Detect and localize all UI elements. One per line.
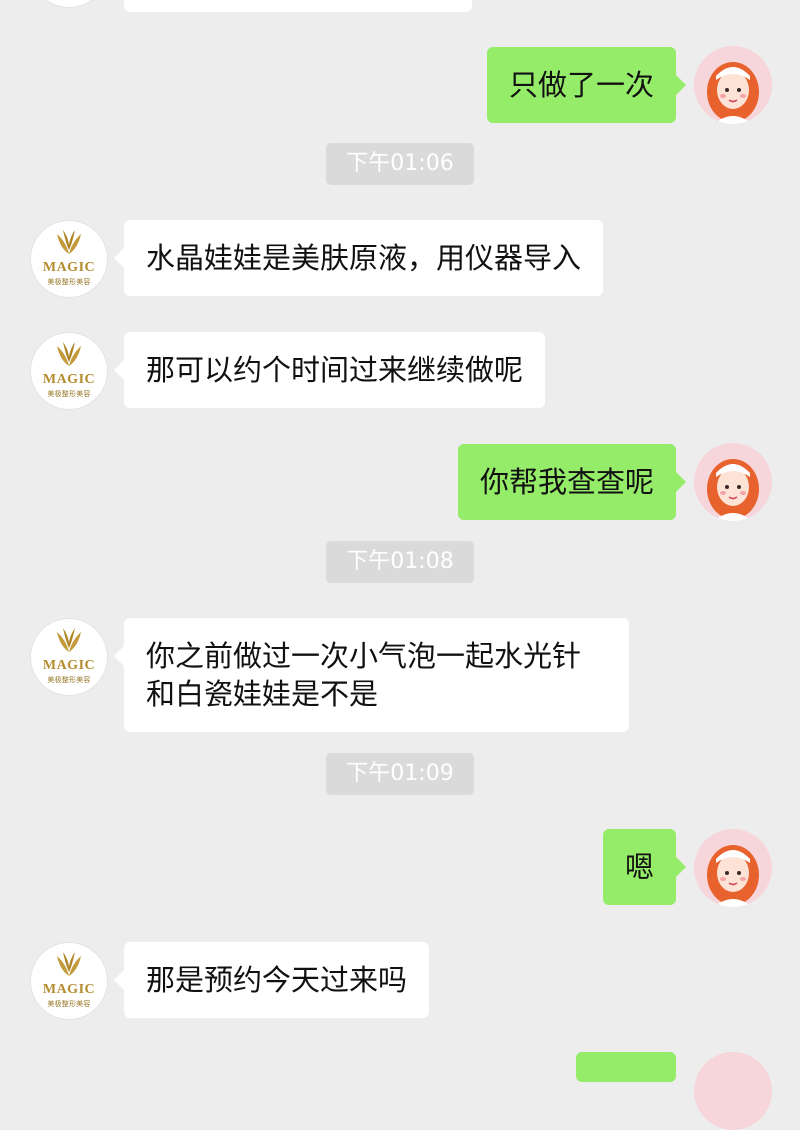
message-bubble-outgoing[interactable]: 嗯 bbox=[602, 829, 676, 905]
clinic-avatar-partial[interactable] bbox=[30, 0, 108, 8]
user-avatar-partial bbox=[694, 1052, 772, 1130]
message-bubble-incoming[interactable]: 水晶娃娃是美肤原液，用仪器导入 bbox=[124, 220, 604, 296]
clinic-avatar[interactable]: MAGIC 美极整形美容 bbox=[30, 942, 108, 1020]
user-avatar[interactable] bbox=[694, 46, 772, 124]
partial-incoming-bubble bbox=[124, 0, 472, 12]
partial-outgoing-bubble bbox=[576, 1052, 676, 1082]
user-avatar[interactable] bbox=[694, 829, 772, 907]
message-bubble-incoming[interactable]: 那可以约个时间过来继续做呢 bbox=[124, 332, 546, 408]
user-avatar[interactable] bbox=[694, 443, 772, 521]
timestamp: 下午01:09 bbox=[326, 753, 474, 795]
clinic-avatar[interactable]: MAGIC 美极整形美容 bbox=[30, 332, 108, 410]
message-text: 那可以约个时间过来继续做呢 bbox=[146, 353, 524, 387]
bubble-tail bbox=[114, 646, 124, 666]
logo-subtext: 美极整形美容 bbox=[47, 278, 91, 286]
logo-subtext: 美极整形美容 bbox=[47, 390, 91, 398]
bubble-tail bbox=[114, 970, 124, 990]
message-text: 你之前做过一次小气泡一起水光针和白瓷娃娃是不是 bbox=[146, 639, 582, 711]
message-bubble-incoming[interactable]: 那是预约今天过来吗 bbox=[124, 942, 430, 1018]
logo-subtext: 美极整形美容 bbox=[47, 676, 91, 684]
bubble-tail bbox=[114, 248, 124, 268]
logo-text: MAGIC bbox=[42, 372, 96, 387]
message-bubble-outgoing[interactable]: 你帮我查查呢 bbox=[457, 444, 676, 520]
cartoon-girl-icon bbox=[694, 46, 772, 124]
message-text: 只做了一次 bbox=[508, 68, 654, 102]
logo-text: MAGIC bbox=[42, 982, 96, 997]
message-text: 那是预约今天过来吗 bbox=[146, 963, 408, 997]
bubble-tail bbox=[114, 360, 124, 380]
message-text: 嗯 bbox=[624, 850, 654, 884]
logo-text: MAGIC bbox=[42, 260, 96, 275]
message-text: 你帮我查查呢 bbox=[479, 465, 654, 499]
bubble-tail bbox=[676, 75, 686, 95]
clinic-avatar[interactable]: MAGIC 美极整形美容 bbox=[30, 220, 108, 298]
logo-text: MAGIC bbox=[42, 658, 96, 673]
bubble-tail bbox=[676, 857, 686, 877]
cartoon-girl-icon bbox=[694, 829, 772, 907]
bubble-tail bbox=[676, 472, 686, 492]
timestamp: 下午01:08 bbox=[326, 541, 474, 583]
message-text: 水晶娃娃是美肤原液，用仪器导入 bbox=[146, 241, 582, 275]
message-bubble-outgoing[interactable]: 只做了一次 bbox=[486, 47, 676, 123]
logo-subtext: 美极整形美容 bbox=[47, 1000, 91, 1008]
message-bubble-incoming[interactable]: 你之前做过一次小气泡一起水光针和白瓷娃娃是不是 bbox=[124, 618, 629, 732]
timestamp: 下午01:06 bbox=[326, 143, 474, 185]
cartoon-girl-icon bbox=[694, 443, 772, 521]
clinic-avatar[interactable]: MAGIC 美极整形美容 bbox=[30, 618, 108, 696]
